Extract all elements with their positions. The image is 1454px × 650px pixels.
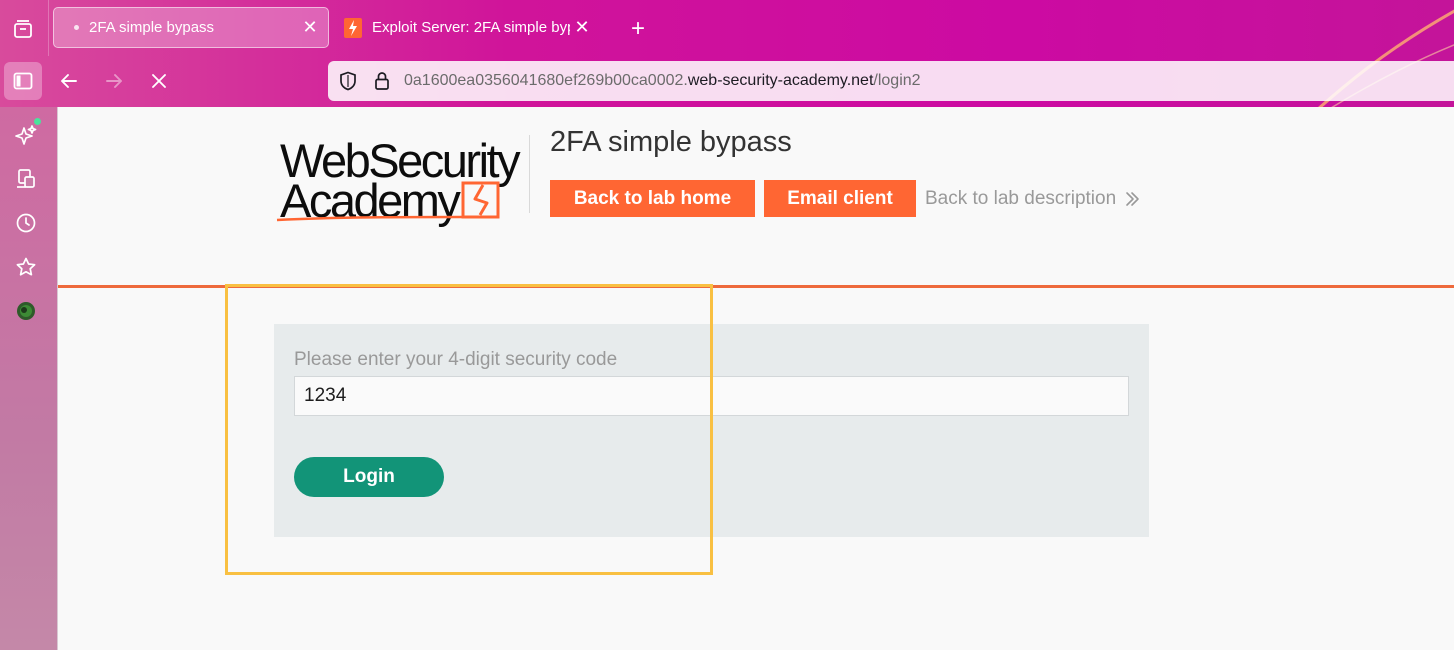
double-chevron-right-icon — [1124, 191, 1140, 207]
stop-loading-button[interactable] — [140, 62, 178, 100]
web-security-academy-logo[interactable]: WebSecurity Academy — [276, 133, 526, 225]
clock-icon — [16, 213, 36, 233]
star-icon — [16, 257, 36, 276]
ai-chatbot-sidebar-button[interactable] — [13, 118, 41, 148]
sidebar-icon — [13, 72, 33, 90]
back-to-lab-description-label: Back to lab description — [925, 188, 1117, 209]
arrow-left-icon — [61, 74, 77, 88]
loading-dot-icon — [74, 25, 79, 30]
synced-tabs-sidebar-button[interactable] — [13, 166, 39, 192]
lock-icon[interactable] — [372, 71, 392, 91]
back-button[interactable] — [50, 62, 88, 100]
security-code-input[interactable] — [294, 376, 1129, 416]
new-tab-button[interactable]: + — [624, 15, 652, 43]
url-subdomain: 0a1600ea0356041680ef269b00ca0002. — [404, 72, 688, 89]
close-tab-icon[interactable]: ✕ — [298, 16, 322, 40]
notification-dot — [34, 118, 41, 125]
portswigger-favicon-icon — [344, 17, 362, 38]
sparkle-icon — [15, 125, 37, 145]
back-to-lab-description-link[interactable]: Back to lab description — [925, 188, 1140, 210]
address-bar[interactable]: 0a1600ea0356041680ef269b00ca0002.web-sec… — [328, 61, 1454, 101]
arrow-right-icon — [106, 74, 122, 88]
bookmarks-sidebar-button[interactable] — [13, 254, 39, 280]
browser-sidebar — [0, 107, 58, 650]
close-icon — [152, 74, 166, 88]
sidebar-toggle-button[interactable] — [4, 62, 42, 100]
tab-2fa-simple-bypass[interactable]: 2FA simple bypass ✕ — [53, 7, 329, 48]
logo-lightning-mark-icon — [276, 181, 500, 222]
synced-devices-icon — [17, 169, 35, 188]
security-code-label: Please enter your 4-digit security code — [294, 349, 618, 370]
browser-toolbar: 2FA simple bypass ✕ Exploit Server: 2FA … — [0, 0, 1454, 107]
forward-button[interactable] — [95, 62, 133, 100]
tab-title: Exploit Server: 2FA simple bypass — [372, 19, 570, 36]
back-to-lab-home-button[interactable]: Back to lab home — [550, 180, 755, 217]
tab-overview-button[interactable] — [4, 10, 42, 48]
tab-exploit-server[interactable]: Exploit Server: 2FA simple bypass ✕ — [338, 7, 600, 48]
url-host: web-security-academy.net — [687, 72, 874, 89]
login-button[interactable]: Login — [294, 457, 444, 497]
tab-title: 2FA simple bypass — [89, 19, 215, 36]
tab-tray-icon — [14, 20, 32, 38]
extension-avatar-icon — [17, 302, 35, 320]
extension-sidebar-button[interactable] — [13, 298, 39, 324]
tab-divider — [48, 0, 49, 56]
web-page: WebSecurity Academy 2FA simple bypass Ba… — [58, 107, 1454, 650]
close-tab-icon[interactable]: ✕ — [570, 16, 594, 40]
header-divider — [529, 135, 530, 213]
lab-header: WebSecurity Academy 2FA simple bypass Ba… — [58, 107, 1454, 288]
url-path: /login2 — [873, 72, 921, 89]
history-sidebar-button[interactable] — [13, 210, 39, 236]
security-code-form: Please enter your 4-digit security code … — [274, 324, 1149, 537]
url-text[interactable]: 0a1600ea0356041680ef269b00ca0002.web-sec… — [404, 72, 921, 90]
tracking-protection-shield-icon[interactable] — [338, 71, 358, 91]
lab-title: 2FA simple bypass — [550, 126, 792, 158]
email-client-button[interactable]: Email client — [764, 180, 916, 217]
